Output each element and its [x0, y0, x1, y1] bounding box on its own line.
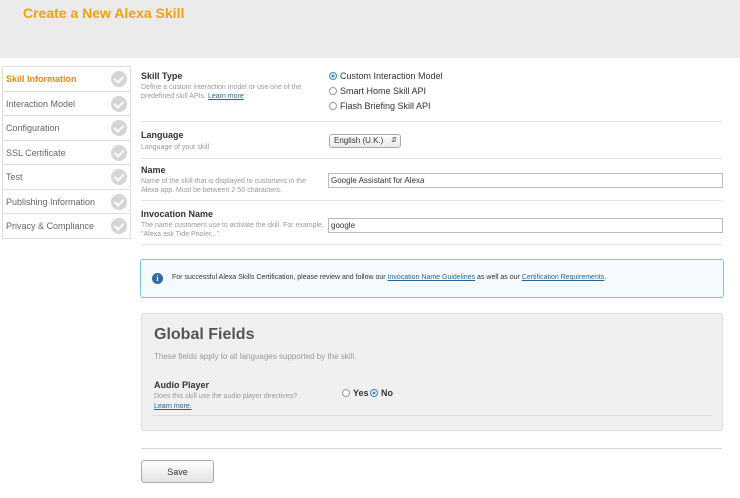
divider [141, 121, 722, 122]
audio-player-yes-radio[interactable]: Yes [342, 387, 369, 399]
language-help: Language of your skill [141, 144, 210, 151]
radio-label: No [381, 388, 393, 398]
sidebar: Skill Information Interaction Model Conf… [2, 66, 131, 239]
radio-label: Flash Briefing Skill API [340, 101, 431, 111]
audio-player-learn-more-wrap: Learn more. [154, 402, 192, 411]
language-select-value: English (U.K.) [334, 136, 384, 145]
global-fields-subtitle: These fields apply to all languages supp… [154, 352, 357, 361]
checkmark-icon [111, 95, 127, 112]
sidebar-item-ssl-certificate[interactable]: SSL Certificate [3, 140, 130, 165]
sidebar-item-configuration[interactable]: Configuration [3, 116, 130, 141]
radio-flash-briefing-skill-api[interactable]: Flash Briefing Skill API [329, 100, 431, 112]
certification-info-banner: i For successful Alexa Skills Certificat… [140, 259, 724, 298]
name-label: Name [141, 165, 166, 175]
sidebar-item-privacy-compliance[interactable]: Privacy & Compliance [3, 214, 130, 239]
sidebar-item-label: Interaction Model [6, 98, 76, 109]
sidebar-item-label: SSL Certificate [6, 147, 66, 158]
checkmark-icon [111, 169, 127, 185]
radio-selected-icon [370, 388, 378, 397]
invocation-name-label: Invocation Name [141, 209, 214, 219]
invocation-name-input[interactable]: google [328, 218, 723, 233]
sidebar-item-label: Skill Information [6, 74, 77, 84]
skill-type-label: Skill Type [141, 71, 183, 81]
radio-selected-icon [329, 71, 337, 80]
radio-unselected-icon [329, 101, 337, 110]
checkmark-icon [111, 144, 127, 161]
radio-unselected-icon [342, 388, 350, 397]
audio-player-help: Does this skill use the audio player dir… [154, 393, 298, 400]
checkmark-icon [111, 218, 127, 234]
global-fields-panel: Global Fields These fields apply to all … [141, 313, 723, 431]
language-select[interactable]: English (U.K.) ⇵ [329, 134, 401, 148]
skill-type-help: Define a custom interaction model or use… [141, 83, 326, 101]
radio-label: Custom Interaction Model [340, 71, 443, 81]
checkmark-icon [111, 120, 127, 136]
divider [141, 448, 722, 449]
invocation-name-help: The name customers use to activate the s… [141, 222, 324, 238]
sidebar-item-label: Privacy & Compliance [6, 221, 95, 231]
name-input[interactable]: Google Assistant for Alexa [328, 173, 723, 188]
header-bar: Create a New Alexa Skill [0, 0, 740, 58]
divider [141, 158, 722, 159]
sidebar-item-publishing-information[interactable]: Publishing Information [3, 189, 130, 214]
global-fields-title: Global Fields [154, 326, 255, 343]
checkmark-icon [111, 71, 127, 87]
sidebar-item-label: Test [6, 172, 23, 182]
certification-requirements-link[interactable]: Certification Requirements [522, 274, 604, 281]
radio-smart-home-skill-api[interactable]: Smart Home Skill API [329, 85, 426, 97]
select-arrows-icon: ⇵ [391, 137, 397, 144]
info-banner-text: For successful Alexa Skills Certificatio… [172, 274, 606, 281]
sidebar-item-skill-information[interactable]: Skill Information [3, 67, 130, 92]
audio-player-label: Audio Player [154, 380, 210, 390]
divider [141, 200, 722, 201]
sidebar-item-interaction-model[interactable]: Interaction Model [3, 91, 130, 116]
sidebar-item-label: Configuration [6, 123, 60, 133]
radio-label: Smart Home Skill API [340, 86, 427, 96]
audio-player-no-radio[interactable]: No [370, 387, 393, 399]
info-icon: i [152, 273, 163, 284]
checkmark-icon [111, 193, 127, 210]
info-text-part: as well as our [475, 274, 522, 281]
sidebar-item-test[interactable]: Test [3, 165, 130, 190]
sidebar-item-label: Publishing Information [6, 196, 96, 207]
name-help: Name of the skill that is displayed to c… [141, 178, 306, 194]
invocation-name-guidelines-link[interactable]: Invocation Name Guidelines [388, 274, 476, 281]
info-text-part: . [604, 274, 607, 281]
skill-type-learn-more-link[interactable]: Learn more [208, 93, 244, 100]
radio-unselected-icon [329, 86, 337, 95]
divider [141, 244, 722, 245]
audio-player-learn-more-link[interactable]: Learn more. [154, 403, 192, 410]
language-label: Language [141, 130, 184, 140]
page-title: Create a New Alexa Skill [23, 5, 185, 21]
info-text-part: For successful Alexa Skills Certificatio… [172, 274, 388, 281]
radio-custom-interaction-model[interactable]: Custom Interaction Model [329, 70, 443, 82]
save-button[interactable]: Save [141, 460, 214, 483]
divider [152, 415, 712, 416]
radio-label: Yes [353, 388, 369, 398]
